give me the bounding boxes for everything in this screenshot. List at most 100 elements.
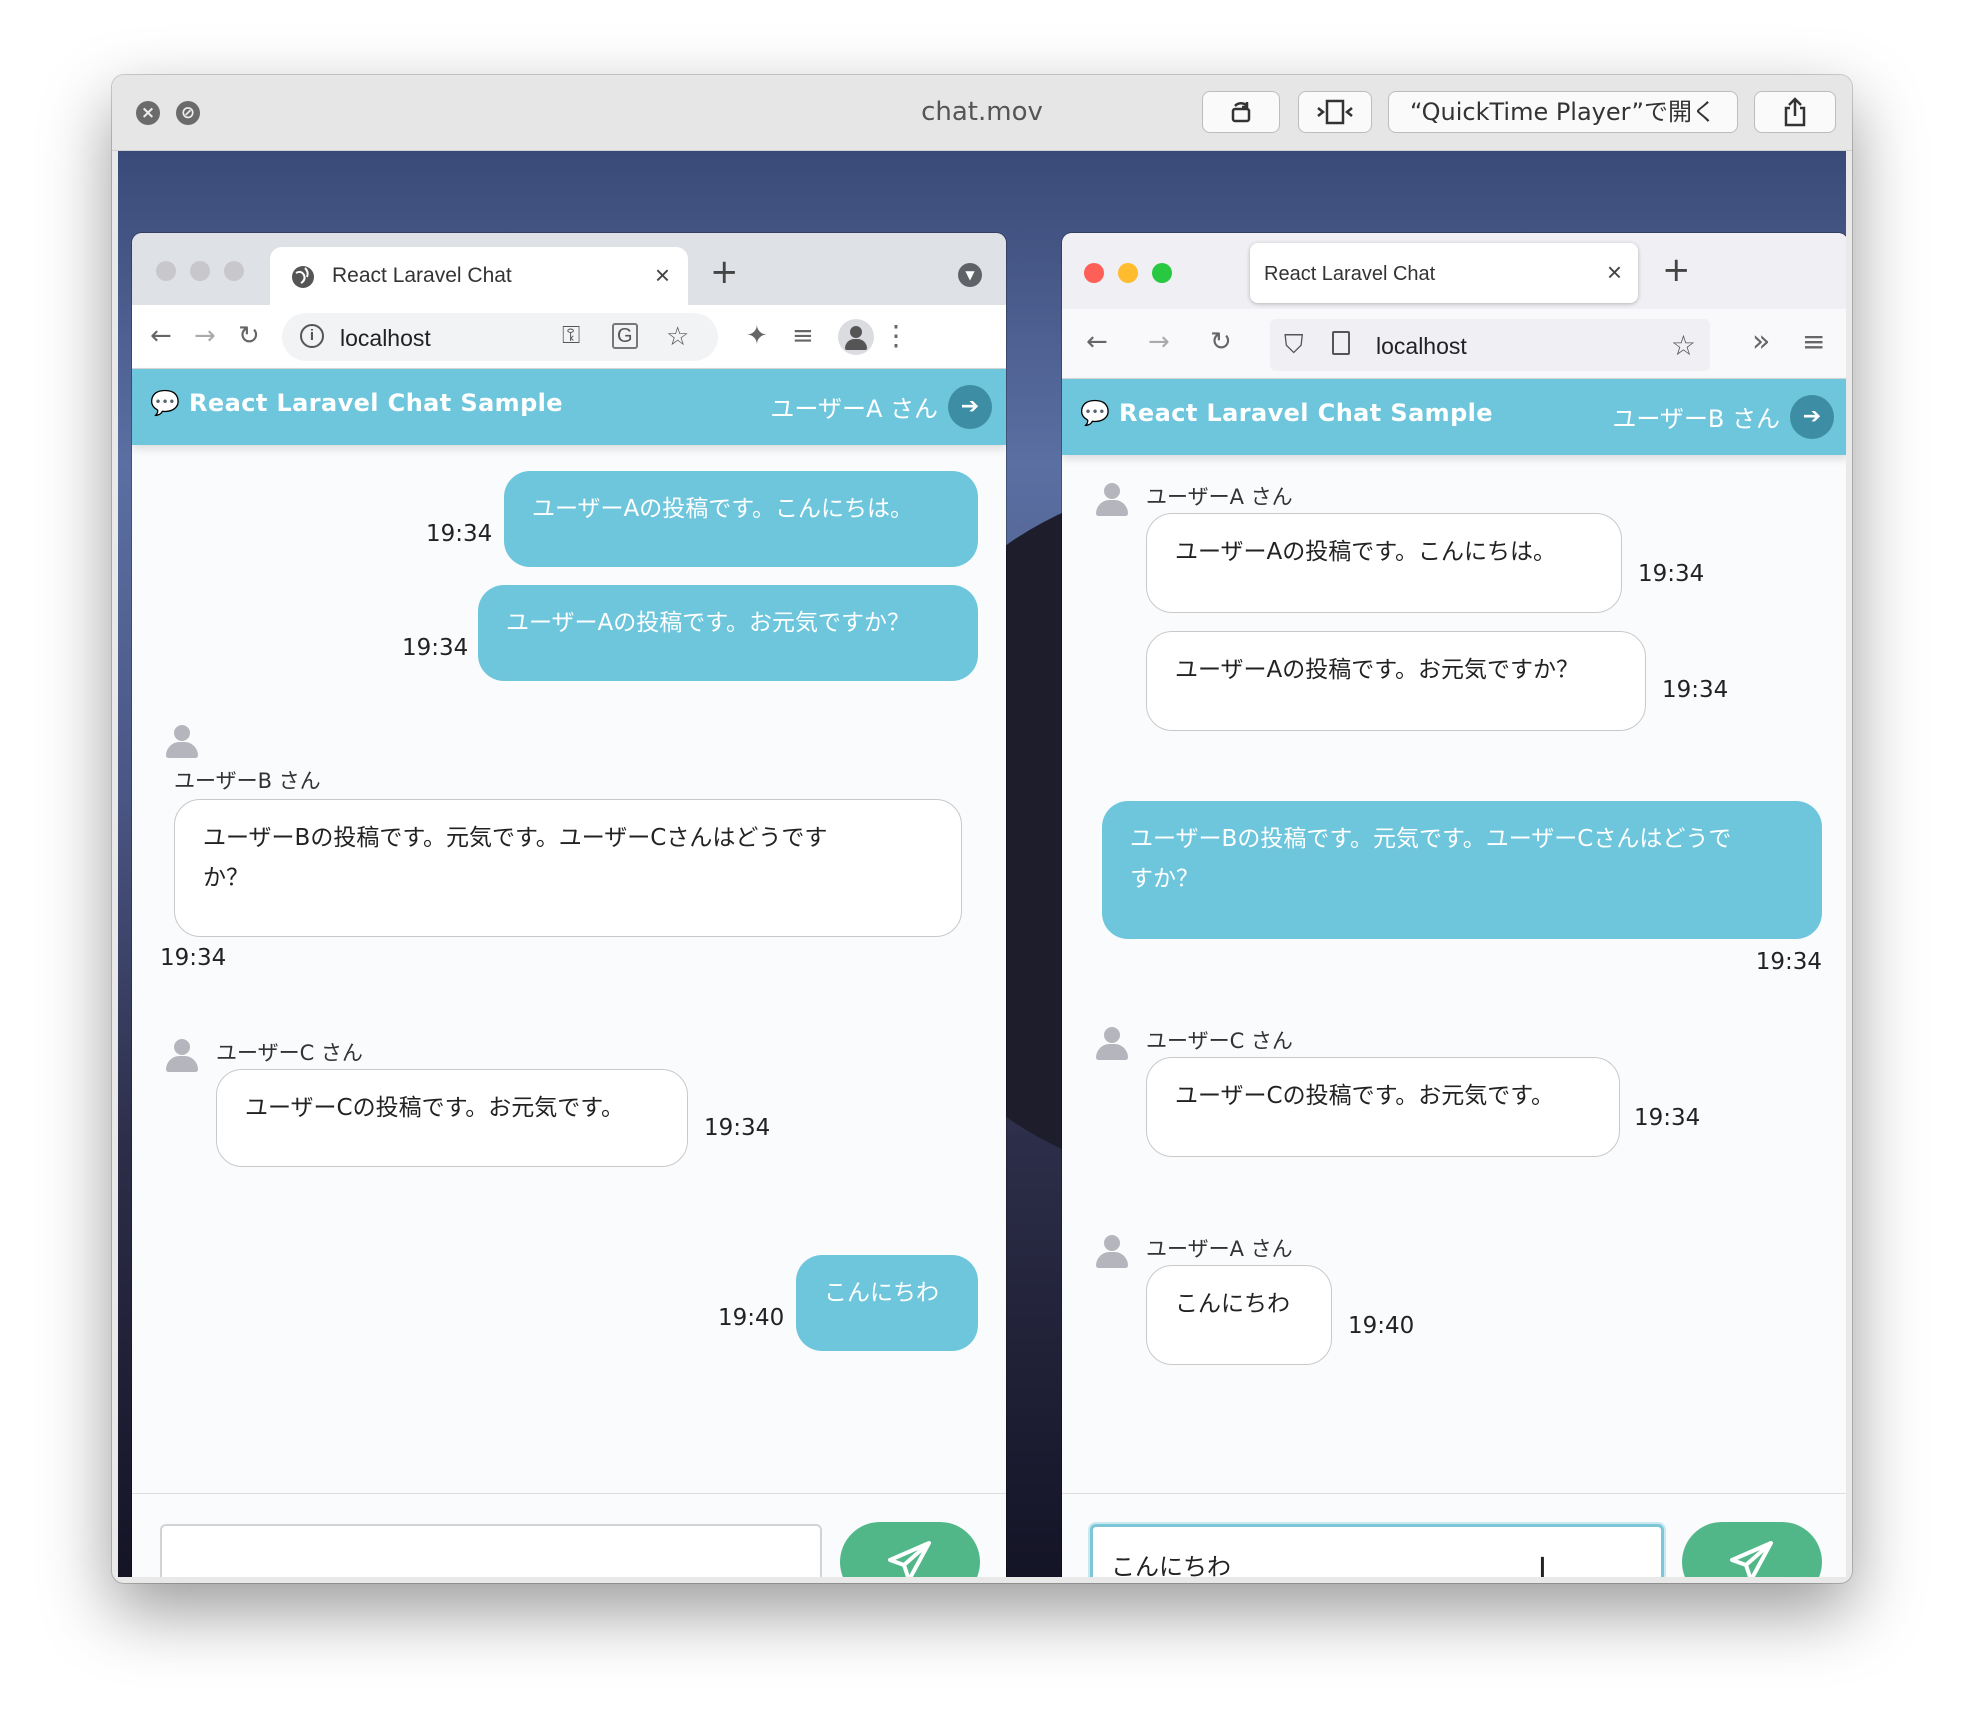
- app-header: 💬 React Laravel Chat Sample ユーザーA さん ➔: [132, 369, 1006, 445]
- tab-strip: React Laravel Chat × + ▼: [132, 233, 1006, 305]
- bookmark-star-icon[interactable]: ☆: [1671, 329, 1696, 362]
- back-icon[interactable]: ←: [1086, 327, 1108, 357]
- send-button[interactable]: [840, 1522, 980, 1577]
- tab-close-icon[interactable]: ×: [655, 260, 670, 291]
- sender-name: ユーザーC さん: [216, 1041, 363, 1065]
- send-button[interactable]: [1682, 1522, 1822, 1577]
- comments-icon: 💬: [1080, 399, 1120, 427]
- comments-icon: 💬: [150, 389, 190, 417]
- sender-name: ユーザーA さん: [1146, 485, 1293, 509]
- close-window-button[interactable]: [156, 261, 176, 281]
- message-list: ユーザーA さん ユーザーAの投稿です。こんにちは。 19:34 ユーザーAの投…: [1062, 455, 1846, 1493]
- tab-search-icon[interactable]: ▼: [958, 263, 982, 287]
- message-bubble-mine: ユーザーAの投稿です。こんにちは。: [504, 471, 978, 567]
- globe-icon: [292, 266, 314, 288]
- reload-icon[interactable]: ↻: [1210, 327, 1232, 357]
- message-bubble-mine: ユーザーBの投稿です。元気です。ユーザーCさんはどうで すか？: [1102, 801, 1822, 939]
- app-header: 💬 React Laravel Chat Sample ユーザーB さん ➔: [1062, 379, 1846, 455]
- user-avatar-icon: [1096, 1235, 1128, 1269]
- text-cursor-icon: I: [1538, 1552, 1547, 1577]
- forward-icon[interactable]: →: [1148, 327, 1170, 357]
- browser-window-user-b: React Laravel Chat × + ← → ↻ ⛉ localhost…: [1062, 233, 1846, 1577]
- page-icon: [1332, 331, 1350, 355]
- message-input[interactable]: こんにちわ: [1090, 1524, 1664, 1577]
- overflow-chevron-icon[interactable]: »: [1752, 327, 1770, 357]
- tab-react-laravel-chat[interactable]: React Laravel Chat ×: [1250, 243, 1638, 303]
- share-button[interactable]: [1754, 91, 1836, 133]
- minimize-window-button[interactable]: [190, 261, 210, 281]
- toolbar: ← → ↻ i localhost ⚿ G ☆ ✦ ≡ ⋮: [132, 305, 1006, 369]
- tab-title: React Laravel Chat: [1264, 263, 1436, 285]
- logout-button[interactable]: ➔: [948, 385, 992, 429]
- zoom-window-button[interactable]: [1152, 263, 1172, 283]
- sender-name: ユーザーA さん: [1146, 1237, 1293, 1261]
- paper-plane-icon: [1730, 1541, 1773, 1577]
- sign-out-icon: ➔: [960, 394, 980, 419]
- rotate-button[interactable]: [1202, 91, 1280, 133]
- tab-strip: React Laravel Chat × +: [1062, 233, 1846, 309]
- video-frame: React Laravel Chat × + ▼ ← → ↻ i localho…: [118, 151, 1846, 1577]
- menu-kebab-icon[interactable]: ⋮: [882, 321, 910, 351]
- zoom-window-button[interactable]: [224, 261, 244, 281]
- minimize-window-button[interactable]: [1118, 263, 1138, 283]
- open-in-quicktime-button[interactable]: “QuickTime Player”で開く: [1388, 91, 1738, 133]
- logout-button[interactable]: ➔: [1790, 395, 1834, 439]
- close-window-button[interactable]: [1084, 263, 1104, 283]
- message-composer: こんにちわ I: [1062, 1493, 1846, 1577]
- extensions-icon[interactable]: ✦: [746, 321, 768, 351]
- app-title: 💬 React Laravel Chat Sample: [1080, 399, 1493, 427]
- sender-name: ユーザーB さん: [174, 769, 321, 793]
- url-text: localhost: [1376, 333, 1467, 359]
- paper-plane-icon: [888, 1541, 931, 1577]
- message-input[interactable]: [160, 1524, 822, 1577]
- translate-icon[interactable]: G: [612, 323, 638, 349]
- user-avatar-icon: [1096, 1027, 1128, 1061]
- reading-list-icon[interactable]: ≡: [792, 321, 814, 351]
- forward-icon[interactable]: →: [194, 321, 216, 351]
- reload-icon[interactable]: ↻: [238, 321, 260, 351]
- back-icon[interactable]: ←: [150, 321, 172, 351]
- bookmark-star-icon[interactable]: ☆: [666, 321, 689, 352]
- message-time: 19:34: [160, 945, 227, 971]
- address-bar[interactable]: i localhost ⚿ G ☆: [282, 313, 718, 361]
- tab-react-laravel-chat[interactable]: React Laravel Chat ×: [270, 247, 688, 305]
- key-icon[interactable]: ⚿: [562, 322, 580, 350]
- new-tab-icon[interactable]: +: [710, 255, 739, 289]
- new-tab-icon[interactable]: +: [1662, 253, 1691, 287]
- toolbar: ← → ↻ ⛉ localhost ☆ » ≡: [1062, 309, 1846, 379]
- shield-icon[interactable]: ⛉: [1284, 329, 1304, 361]
- tab-title: React Laravel Chat: [332, 264, 512, 287]
- app-title: 💬 React Laravel Chat Sample: [150, 389, 563, 417]
- message-bubble-other: ユーザーAの投稿です。お元気ですか？: [1146, 631, 1646, 731]
- message-time: 19:40: [1348, 1313, 1415, 1339]
- user-avatar-icon: [166, 725, 198, 759]
- message-time: 19:34: [402, 635, 469, 661]
- share-icon: [1784, 97, 1806, 127]
- message-time: 19:34: [1662, 677, 1729, 703]
- message-time: 19:40: [718, 1305, 785, 1331]
- browser-window-user-a: React Laravel Chat × + ▼ ← → ↻ i localho…: [132, 233, 1006, 1577]
- user-avatar-icon: [1096, 483, 1128, 517]
- trim-icon: [1317, 99, 1353, 125]
- trim-button[interactable]: [1298, 91, 1372, 133]
- message-bubble-other: ユーザーCの投稿です。お元気です。: [1146, 1057, 1620, 1157]
- message-bubble-mine: ユーザーAの投稿です。お元気ですか？: [478, 585, 978, 681]
- message-bubble-other: こんにちわ: [1146, 1265, 1332, 1365]
- quicktime-window: × ⊘ chat.mov “QuickTime Player”で開く React…: [112, 75, 1852, 1583]
- current-user-label: ユーザーA さん: [770, 395, 938, 423]
- message-bubble-other: ユーザーAの投稿です。こんにちは。: [1146, 513, 1622, 613]
- sender-name: ユーザーC さん: [1146, 1029, 1293, 1053]
- rotate-icon: [1231, 102, 1251, 123]
- hamburger-menu-icon[interactable]: ≡: [1802, 327, 1825, 357]
- address-bar[interactable]: ⛉ localhost ☆: [1270, 319, 1710, 371]
- user-avatar-icon: [166, 1039, 198, 1073]
- profile-icon[interactable]: [838, 319, 874, 355]
- tab-close-icon[interactable]: ×: [1607, 257, 1622, 288]
- url-text: localhost: [340, 325, 431, 351]
- info-icon[interactable]: i: [300, 324, 324, 348]
- player-titlebar: × ⊘ chat.mov “QuickTime Player”で開く: [112, 75, 1852, 151]
- message-time: 19:34: [1634, 1105, 1701, 1131]
- message-list: ユーザーAの投稿です。こんにちは。 19:34 ユーザーAの投稿です。お元気です…: [132, 445, 1006, 1493]
- message-time: 19:34: [704, 1115, 771, 1141]
- sign-out-icon: ➔: [1802, 404, 1822, 429]
